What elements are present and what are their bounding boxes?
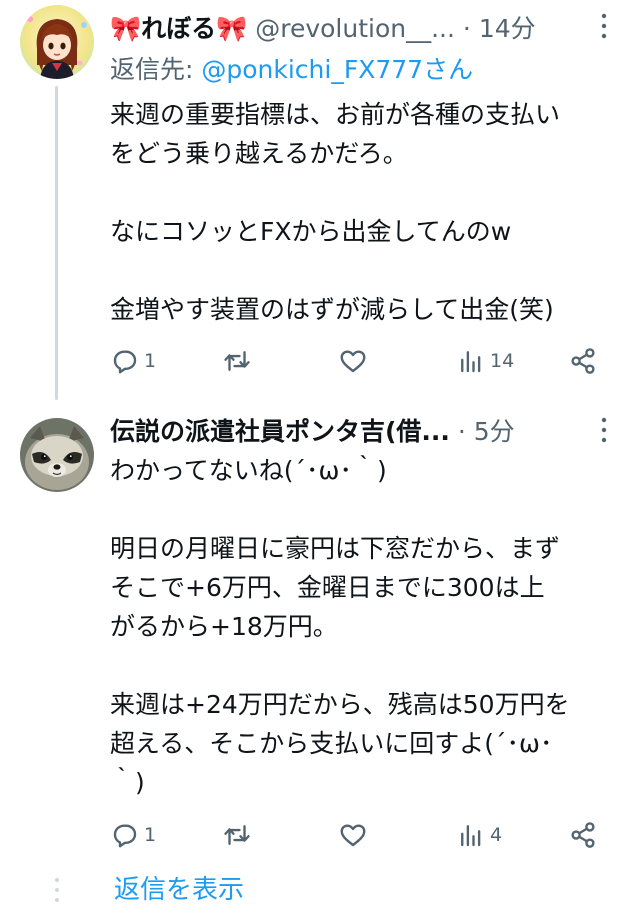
- share-button[interactable]: [568, 343, 598, 379]
- share-icon: [571, 822, 595, 848]
- user-avatar[interactable]: [20, 418, 94, 492]
- reply-count: 1: [144, 824, 157, 846]
- view-count: 4: [490, 824, 503, 846]
- reply-button[interactable]: 1: [110, 343, 156, 379]
- views-button[interactable]: 4: [456, 817, 502, 853]
- analytics-bars-icon: [461, 351, 481, 373]
- more-vertical-icon: [601, 417, 607, 443]
- tweet-text: 来週の重要指標は、お前が各種の支払い をどう乗り越えるかだろ。 なにコソッとFX…: [110, 100, 561, 324]
- show-replies-link[interactable]: 返信を表示: [114, 872, 244, 908]
- raccoon-dog-avatar-icon: [20, 418, 94, 492]
- thread-line: [55, 86, 58, 400]
- replying-to: 返信先: @ponkichi_FX777さん: [110, 52, 473, 88]
- retweet-icon: [224, 825, 250, 845]
- separator-dot: ·: [457, 417, 466, 446]
- like-button[interactable]: [338, 817, 372, 853]
- like-button[interactable]: [338, 343, 372, 379]
- display-name[interactable]: 伝説の派遣社員ポンタ吉(借...: [110, 417, 450, 446]
- user-handle[interactable]: @revolution__...: [255, 14, 455, 43]
- retweet-button[interactable]: [222, 343, 256, 379]
- tweet[interactable]: 伝説の派遣社員ポンタ吉(借... · 5分 わかってないね(´･ω･｀) 明日の…: [0, 400, 640, 860]
- share-button[interactable]: [568, 817, 598, 853]
- replying-to-label: 返信先:: [110, 55, 202, 84]
- retweet-button[interactable]: [222, 817, 256, 853]
- tweet-actions: 1 4: [110, 817, 610, 853]
- display-name[interactable]: 🎀れぼる🎀: [110, 14, 247, 43]
- heart-icon: [340, 350, 366, 373]
- user-avatar[interactable]: [20, 5, 94, 79]
- thread-continuation-dots: [52, 872, 62, 908]
- reply-button[interactable]: 1: [110, 817, 156, 853]
- anime-girl-avatar-icon: [20, 5, 94, 79]
- view-count: 14: [490, 350, 515, 372]
- tweet-actions: 1 14: [110, 343, 610, 379]
- more-options-button[interactable]: [592, 10, 616, 44]
- views-button[interactable]: 14: [456, 343, 514, 379]
- analytics-bars-icon: [461, 825, 481, 847]
- more-vertical-icon: [601, 13, 607, 39]
- tweet-header: 🎀れぼる🎀 @revolution__... · 14分: [110, 10, 590, 48]
- vertical-dots-icon: [55, 878, 59, 902]
- tweet[interactable]: 🎀れぼる🎀 @revolution__... · 14分 返信先: @ponki…: [0, 0, 640, 400]
- separator-dot: ·: [462, 14, 471, 43]
- retweet-icon: [224, 351, 250, 371]
- more-options-button[interactable]: [592, 414, 616, 448]
- reply-count: 1: [144, 350, 157, 372]
- reply-mention-link[interactable]: @ponkichi_FX777さん: [201, 55, 473, 84]
- tweet-text: わかってないね(´･ω･｀) 明日の月曜日に豪円は下窓だから、まず そこで+6万…: [110, 456, 570, 797]
- reply-icon: [113, 350, 137, 374]
- timestamp[interactable]: 5分: [474, 417, 515, 446]
- reply-icon: [113, 824, 137, 848]
- share-icon: [571, 348, 595, 374]
- tweet-header: 伝説の派遣社員ポンタ吉(借... · 5分: [110, 413, 590, 451]
- heart-icon: [340, 824, 366, 847]
- timestamp[interactable]: 14分: [479, 14, 536, 43]
